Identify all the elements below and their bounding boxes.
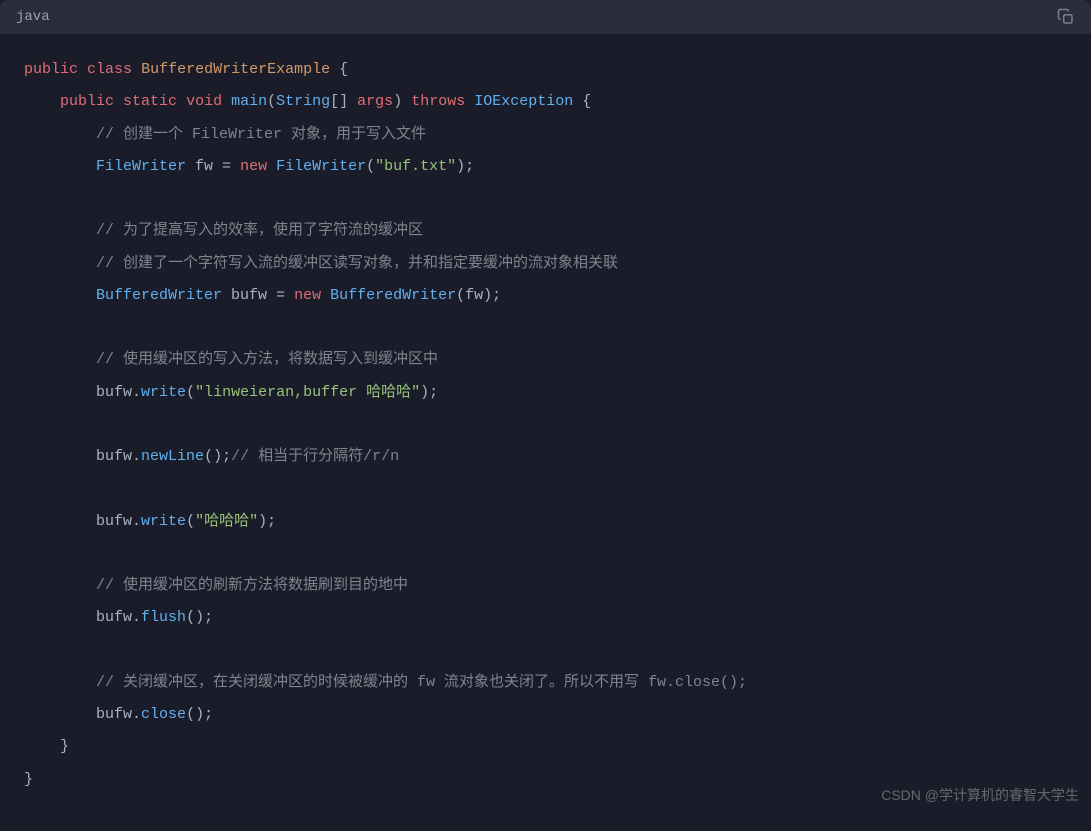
- code-line: // 创建一个 FileWriter 对象，用于写入文件: [24, 119, 1067, 151]
- code-line: [24, 635, 1067, 667]
- code-line: // 关闭缓冲区，在关闭缓冲区的时候被缓冲的 fw 流对象也关闭了。所以不用写 …: [24, 667, 1067, 699]
- code-header: java: [0, 0, 1091, 34]
- code-line: // 使用缓冲区的刷新方法将数据刷到目的地中: [24, 570, 1067, 602]
- code-line: // 创建了一个字符写入流的缓冲区读写对象，并和指定要缓冲的流对象相关联: [24, 248, 1067, 280]
- watermark: CSDN @学计算机的睿智大学生: [881, 780, 1079, 810]
- code-line: bufw.write("linweieran,buffer 哈哈哈");: [24, 377, 1067, 409]
- code-line: bufw.newLine();// 相当于行分隔符/r/n: [24, 441, 1067, 473]
- copy-button[interactable]: [1057, 8, 1075, 26]
- code-line: bufw.close();: [24, 699, 1067, 731]
- code-line: [24, 538, 1067, 570]
- copy-icon: [1057, 8, 1075, 26]
- code-line: bufw.flush();: [24, 602, 1067, 634]
- language-label: java: [16, 9, 50, 25]
- code-line: [24, 409, 1067, 441]
- code-block: java public class BufferedWriterExample …: [0, 0, 1091, 816]
- code-line: FileWriter fw = new FileWriter("buf.txt"…: [24, 151, 1067, 183]
- code-line: // 为了提高写入的效率，使用了字符流的缓冲区: [24, 215, 1067, 247]
- code-line: [24, 473, 1067, 505]
- code-line: public class BufferedWriterExample {: [24, 54, 1067, 86]
- code-body: public class BufferedWriterExample { pub…: [0, 34, 1091, 816]
- code-line: bufw.write("哈哈哈");: [24, 506, 1067, 538]
- code-line: // 使用缓冲区的写入方法，将数据写入到缓冲区中: [24, 344, 1067, 376]
- code-line: }: [24, 731, 1067, 763]
- code-line: [24, 183, 1067, 215]
- code-line: public static void main(String[] args) t…: [24, 86, 1067, 118]
- code-line: [24, 312, 1067, 344]
- code-line: BufferedWriter bufw = new BufferedWriter…: [24, 280, 1067, 312]
